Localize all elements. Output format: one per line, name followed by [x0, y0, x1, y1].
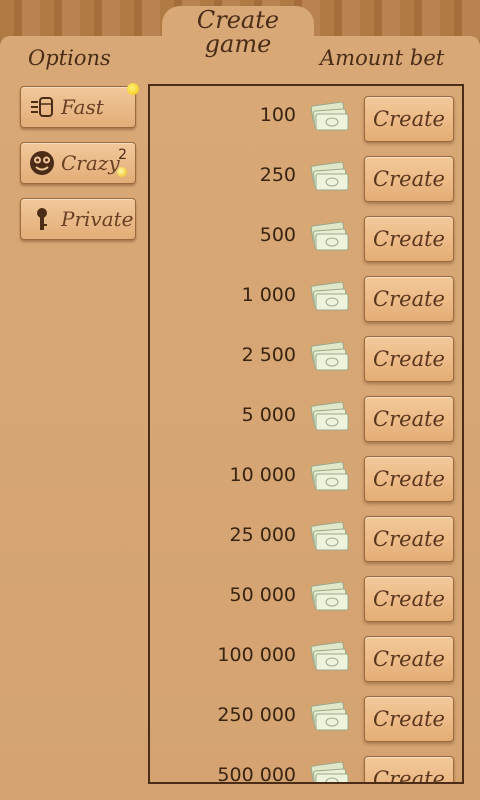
speed-icon [29, 94, 55, 120]
money-stack-icon [308, 221, 350, 252]
title-line-1: Create [196, 6, 280, 34]
options-heading: Options [28, 46, 111, 70]
option-fast-label: Fast [61, 95, 104, 119]
create-game-button[interactable]: Create [364, 396, 454, 442]
bet-row: 25 000 Create [150, 508, 462, 568]
amount-bet-heading: Amount bet [320, 46, 445, 70]
create-game-button[interactable]: Create [364, 276, 454, 322]
bet-amount-list[interactable]: 100 Create 250 Create 500 Create 1 000 Crea… [148, 84, 464, 784]
bet-amount: 100 000 [217, 644, 296, 666]
money-stack-icon [308, 641, 350, 672]
create-game-button[interactable]: Create [364, 756, 454, 782]
bet-amount: 2 500 [241, 344, 296, 366]
bet-row: 5 000 Create [150, 388, 462, 448]
crazy-badge-count: 2 [118, 147, 127, 163]
bet-row: 100 000 Create [150, 628, 462, 688]
money-stack-icon [308, 341, 350, 372]
bet-amount: 5 000 [241, 404, 296, 426]
create-game-button[interactable]: Create [364, 516, 454, 562]
bet-row: 10 000 Create [150, 448, 462, 508]
option-crazy-label: Crazy [61, 151, 120, 175]
coin-icon [117, 167, 127, 177]
create-game-button[interactable]: Create [364, 576, 454, 622]
bet-row: 250 Create [150, 148, 462, 208]
money-stack-icon [308, 581, 350, 612]
bet-row: 500 000 Create [150, 748, 462, 784]
option-private-button[interactable]: Private [20, 198, 136, 240]
money-stack-icon [308, 701, 350, 732]
money-stack-icon [308, 101, 350, 132]
bet-amount: 500 [259, 224, 296, 246]
bet-amount: 500 000 [217, 764, 296, 784]
money-stack-icon [308, 761, 350, 782]
bet-amount: 250 [259, 164, 296, 186]
money-stack-icon [308, 161, 350, 192]
create-game-button[interactable]: Create [364, 336, 454, 382]
bet-row: 50 000 Create [150, 568, 462, 628]
bet-amount: 100 [259, 104, 296, 126]
key-icon [29, 206, 55, 232]
create-game-button[interactable]: Create [364, 96, 454, 142]
new-indicator-dot [127, 83, 139, 95]
money-stack-icon [308, 281, 350, 312]
money-stack-icon [308, 521, 350, 552]
page-title: Create game [162, 8, 314, 56]
create-game-button[interactable]: Create [364, 156, 454, 202]
title-line-2: game [204, 30, 272, 58]
bet-amount: 50 000 [229, 584, 296, 606]
option-fast-button[interactable]: Fast [20, 83, 139, 128]
create-game-button[interactable]: Create [364, 456, 454, 502]
option-crazy-button[interactable]: Crazy 2 [20, 142, 136, 184]
bet-row: 250 000 Create [150, 688, 462, 748]
create-game-button[interactable]: Create [364, 216, 454, 262]
money-stack-icon [308, 461, 350, 492]
bet-row: 100 Create [150, 88, 462, 148]
bet-amount: 10 000 [229, 464, 296, 486]
bet-amount: 25 000 [229, 524, 296, 546]
option-private-label: Private [61, 207, 134, 231]
bet-amount: 250 000 [217, 704, 296, 726]
bet-row: 500 Create [150, 208, 462, 268]
bet-row: 1 000 Create [150, 268, 462, 328]
create-game-button[interactable]: Create [364, 636, 454, 682]
bet-amount: 1 000 [241, 284, 296, 306]
bet-row: 2 500 Create [150, 328, 462, 388]
money-stack-icon [308, 401, 350, 432]
create-game-button[interactable]: Create [364, 696, 454, 742]
crazy-face-icon [29, 150, 55, 176]
